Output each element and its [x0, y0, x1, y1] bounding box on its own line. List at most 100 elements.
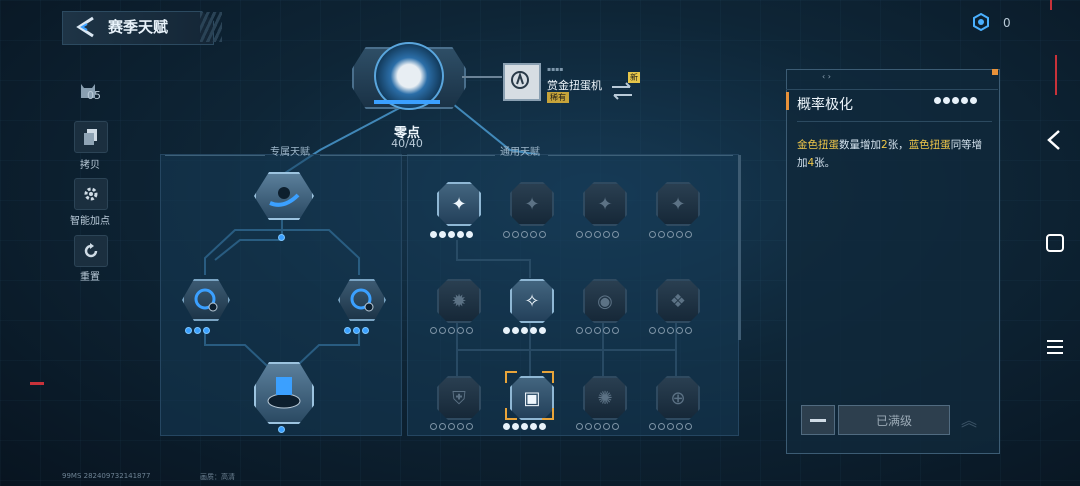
gear-icon: [84, 187, 98, 201]
reset-button[interactable]: [74, 235, 108, 267]
talent-node-eye[interactable]: ◉: [583, 279, 627, 323]
level-dot: [612, 327, 619, 334]
max-level-button[interactable]: 已满级: [838, 405, 950, 435]
level-dot: [585, 423, 592, 430]
level-dot: [512, 231, 519, 238]
talent-node-gacha[interactable]: ✧: [510, 279, 554, 323]
talent-node-shield[interactable]: ⛨: [437, 376, 481, 420]
menu-nav-icon[interactable]: [1045, 337, 1065, 357]
talent-scrollbar[interactable]: [738, 155, 741, 340]
selection-corner: [542, 408, 554, 420]
level-dot: [203, 327, 210, 334]
copy-button[interactable]: [74, 121, 108, 153]
level-dot: [594, 423, 601, 430]
shield-icon: ⛨: [452, 387, 466, 409]
level-dot: [658, 231, 665, 238]
level-dot: [539, 231, 546, 238]
reset-icon: [84, 243, 98, 258]
gun-icon: ✦: [597, 193, 613, 215]
core-level: 40/40: [391, 137, 423, 150]
level-dot: [594, 327, 601, 334]
desc-text: 数量增加: [839, 139, 881, 151]
level-dot: [539, 423, 546, 430]
detail-description: 金色扭蛋数量增加2张，蓝色扭蛋同等增加4张。: [797, 136, 992, 172]
level-dot: [344, 327, 351, 334]
level-dot: [457, 327, 464, 334]
talent-dots: [503, 231, 546, 238]
level-dot: [576, 231, 583, 238]
smart-allocate-button[interactable]: [74, 178, 108, 210]
level-dot: [457, 423, 464, 430]
talent-dots: [430, 423, 473, 430]
talent-node-gun-4[interactable]: ✦: [656, 182, 700, 226]
core-glow: [374, 100, 440, 104]
level-dot: [576, 423, 583, 430]
downgrade-button[interactable]: [801, 405, 835, 435]
talent-dots: [649, 423, 692, 430]
upgrade-chevron-icon[interactable]: ︽: [955, 405, 983, 433]
level-dot: [521, 231, 528, 238]
level-dot: [658, 423, 665, 430]
level-dot: [603, 423, 610, 430]
level-dot: [685, 423, 692, 430]
level-dot: [943, 97, 950, 104]
level-dot: [667, 231, 674, 238]
level-dot: [512, 423, 519, 430]
level-dot: [603, 231, 610, 238]
back-nav-icon[interactable]: [1045, 129, 1063, 151]
talent-node-wings[interactable]: ❖: [656, 279, 700, 323]
skill-swirl-icon: [269, 187, 300, 207]
exclusive-right-dots: [344, 327, 369, 334]
gun-icon: ✦: [670, 193, 686, 215]
node-indicator: [278, 234, 285, 241]
selection-corner: [505, 371, 517, 383]
level-dot: [585, 231, 592, 238]
back-arrow-icon[interactable]: [74, 15, 98, 39]
card-rarity-tag: 稀有: [547, 92, 569, 103]
level-dot: [685, 231, 692, 238]
level-dot: [676, 231, 683, 238]
talent-dots: [576, 423, 619, 430]
node-indicator: [278, 426, 285, 433]
talent-node-flame[interactable]: ✺: [583, 376, 627, 420]
talent-node-gun-1[interactable]: ✦: [437, 182, 481, 226]
level-dot: [952, 97, 959, 104]
level-dot: [649, 327, 656, 334]
talent-node-target[interactable]: ⊕: [656, 376, 700, 420]
talent-dots: [430, 327, 473, 334]
desc-highlight: 2: [881, 139, 888, 151]
level-dot: [448, 231, 455, 238]
talent-node-gun-2[interactable]: ✦: [510, 182, 554, 226]
talent-dots: [576, 327, 619, 334]
card-stack-icon: ▣: [523, 387, 541, 409]
talent-point-count: 0: [1003, 16, 1011, 30]
level-dot: [430, 231, 437, 238]
home-nav-icon[interactable]: [1045, 233, 1065, 253]
level-dot: [970, 97, 977, 104]
talent-node-gun-3[interactable]: ✦: [583, 182, 627, 226]
smart-allocate-label: 智能加点: [70, 216, 110, 227]
exclusive-section-title: 专属天赋: [270, 147, 310, 158]
level-dot: [503, 327, 510, 334]
talent-dots: [503, 327, 546, 334]
level-dot: [448, 327, 455, 334]
talent-detail-panel: [786, 69, 1000, 454]
desc-text: 张，: [887, 139, 909, 151]
footer-quality: 画质：高清: [200, 473, 235, 481]
talent-node-burst[interactable]: ✹: [437, 279, 481, 323]
level-dot: [658, 327, 665, 334]
level-dot: [603, 327, 610, 334]
swap-icon[interactable]: [610, 82, 634, 100]
level-dot: [676, 327, 683, 334]
level-dot: [194, 327, 201, 334]
level-dot: [457, 231, 464, 238]
level-dot: [934, 97, 941, 104]
level-dot: [430, 423, 437, 430]
level-dot: [530, 423, 537, 430]
reset-label: 重置: [80, 272, 100, 283]
title-accent-bar: [786, 92, 789, 110]
wings-icon: ❖: [669, 290, 687, 312]
footer-id: 99MS 282409732141877: [62, 472, 151, 480]
level-dot: [439, 423, 446, 430]
page-title: 赛季天赋: [108, 18, 169, 36]
